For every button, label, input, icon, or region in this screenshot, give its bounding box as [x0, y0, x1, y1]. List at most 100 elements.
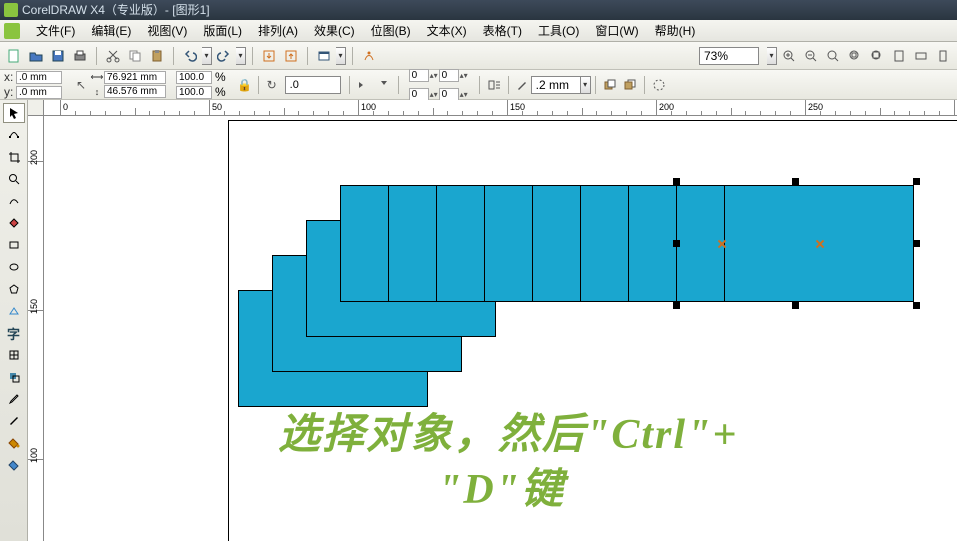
- menu-arrange[interactable]: 排列(A): [250, 20, 306, 41]
- crop-tool[interactable]: [3, 147, 25, 167]
- ruler-origin[interactable]: [28, 100, 44, 116]
- to-front-icon[interactable]: [600, 75, 620, 95]
- rectangle-tool[interactable]: [3, 235, 25, 255]
- zoom-selection-icon[interactable]: [845, 46, 865, 66]
- zoom-dropdown[interactable]: ▾: [767, 47, 777, 65]
- copy-icon[interactable]: [125, 46, 145, 66]
- table-tool[interactable]: [3, 345, 25, 365]
- cut-icon[interactable]: [103, 46, 123, 66]
- text-tool[interactable]: 字: [3, 323, 25, 343]
- import-icon[interactable]: [259, 46, 279, 66]
- menu-file[interactable]: 文件(F): [28, 20, 83, 41]
- undo-icon[interactable]: [180, 46, 200, 66]
- y-label: y:: [4, 85, 16, 99]
- redo-dropdown[interactable]: ▾: [236, 47, 246, 65]
- instruction-text-1: 选择对象，然后"Ctrl"+: [278, 400, 738, 461]
- menu-edit[interactable]: 编辑(E): [83, 20, 139, 41]
- position-group: x: y:: [4, 70, 62, 99]
- freehand-tool[interactable]: [3, 191, 25, 211]
- menu-view[interactable]: 视图(V): [139, 20, 195, 41]
- paste-icon[interactable]: [147, 46, 167, 66]
- undo-dropdown[interactable]: ▾: [202, 47, 212, 65]
- scale-x-input[interactable]: [176, 71, 212, 84]
- export-icon[interactable]: [281, 46, 301, 66]
- zoom-in-icon[interactable]: [779, 46, 799, 66]
- spinner-icon[interactable]: ▴▾: [429, 66, 439, 84]
- selection-handle[interactable]: [913, 302, 920, 309]
- spinner-icon[interactable]: ▴▾: [459, 66, 469, 84]
- pick-tool[interactable]: [3, 103, 25, 123]
- welcome-icon[interactable]: [359, 46, 379, 66]
- separator: [96, 47, 97, 65]
- selection-handle[interactable]: [673, 178, 680, 185]
- y-input[interactable]: [16, 86, 62, 99]
- window-title: CorelDRAW X4（专业版）- [图形1]: [22, 0, 210, 20]
- menu-layout[interactable]: 版面(L): [195, 20, 250, 41]
- lock-ratio-icon[interactable]: 🔒: [236, 76, 254, 94]
- canvas[interactable]: 050100150200250300 200150100 选择对象，然后"Ctr…: [28, 100, 957, 541]
- width-input[interactable]: [104, 71, 166, 84]
- height-icon: ↕: [90, 87, 104, 97]
- selection-handle[interactable]: [792, 178, 799, 185]
- convert-curves-icon[interactable]: [649, 75, 669, 95]
- interactive-fill-tool[interactable]: [3, 455, 25, 475]
- outline-dropdown[interactable]: ▾: [581, 76, 591, 94]
- zoom-100-icon[interactable]: [823, 46, 843, 66]
- open-icon[interactable]: [26, 46, 46, 66]
- ruler-vertical[interactable]: 200150100: [28, 116, 44, 541]
- separator: [258, 76, 259, 94]
- standard-toolbar: ▾ ▾ ▾ 73% ▾: [0, 42, 957, 70]
- height-input[interactable]: [104, 85, 166, 98]
- interactive-tool[interactable]: [3, 367, 25, 387]
- dup-a[interactable]: [409, 69, 429, 82]
- zoom-height-icon[interactable]: [933, 46, 953, 66]
- wrap-text-icon[interactable]: [484, 75, 504, 95]
- ellipse-tool[interactable]: [3, 257, 25, 277]
- mirror-v-icon[interactable]: [374, 75, 394, 95]
- outline-width-input[interactable]: .2 mm: [531, 76, 581, 94]
- mirror-h-icon[interactable]: [354, 75, 374, 95]
- polygon-tool[interactable]: [3, 279, 25, 299]
- menu-help[interactable]: 帮助(H): [647, 20, 704, 41]
- print-icon[interactable]: [70, 46, 90, 66]
- zoom-width-icon[interactable]: [911, 46, 931, 66]
- menu-text[interactable]: 文本(X): [419, 20, 475, 41]
- rotation-input[interactable]: [285, 76, 341, 94]
- scale-y-input[interactable]: [176, 86, 212, 99]
- outline-tool[interactable]: [3, 411, 25, 431]
- menu-bitmap[interactable]: 位图(B): [363, 20, 419, 41]
- menu-tools[interactable]: 工具(O): [530, 20, 587, 41]
- rotation-icon: ↻: [263, 76, 281, 94]
- selection-handle[interactable]: [792, 302, 799, 309]
- eyedropper-tool[interactable]: [3, 389, 25, 409]
- selection-handle[interactable]: [913, 240, 920, 247]
- new-icon[interactable]: [4, 46, 24, 66]
- save-icon[interactable]: [48, 46, 68, 66]
- dup-c[interactable]: [409, 88, 429, 101]
- zoom-level-input[interactable]: 73%: [699, 47, 759, 65]
- fill-tool[interactable]: [3, 433, 25, 453]
- redo-icon[interactable]: [214, 46, 234, 66]
- x-input[interactable]: [16, 71, 62, 84]
- zoom-tool[interactable]: [3, 169, 25, 189]
- shape-tool[interactable]: [3, 125, 25, 145]
- selection-handle[interactable]: [913, 178, 920, 185]
- selection-handle[interactable]: [673, 302, 680, 309]
- menu-window[interactable]: 窗口(W): [587, 20, 646, 41]
- basic-shapes-tool[interactable]: [3, 301, 25, 321]
- x-label: x:: [4, 70, 16, 84]
- zoom-out-icon[interactable]: [801, 46, 821, 66]
- ruler-horizontal[interactable]: 050100150200250300: [44, 100, 957, 116]
- zoom-page-icon[interactable]: [889, 46, 909, 66]
- app-launcher-icon[interactable]: [314, 46, 334, 66]
- menu-effects[interactable]: 效果(C): [306, 20, 363, 41]
- separator: [352, 47, 353, 65]
- launcher-dropdown[interactable]: ▾: [336, 47, 346, 65]
- zoom-all-icon[interactable]: [867, 46, 887, 66]
- selection-handle[interactable]: [673, 240, 680, 247]
- to-back-icon[interactable]: [620, 75, 640, 95]
- dup-b[interactable]: [439, 69, 459, 82]
- menu-table[interactable]: 表格(T): [475, 20, 530, 41]
- dup-d[interactable]: [439, 88, 459, 101]
- smart-fill-tool[interactable]: [3, 213, 25, 233]
